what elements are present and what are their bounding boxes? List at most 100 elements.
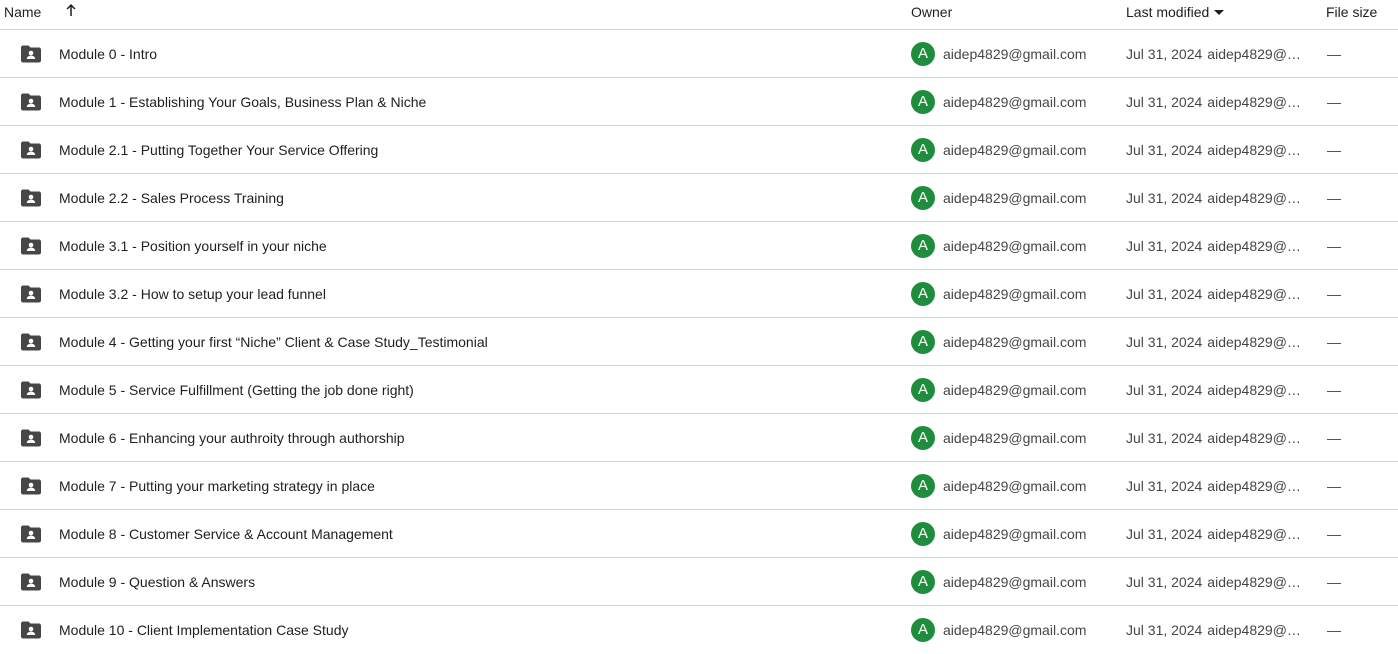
- modified-by: aidep4829@gmail.com: [1207, 141, 1306, 158]
- modified-date: Jul 31, 2024: [1126, 573, 1203, 590]
- column-header-name[interactable]: Name: [4, 4, 41, 20]
- modified-by: aidep4829@gmail.com: [1207, 189, 1306, 206]
- modified-by: aidep4829@gmail.com: [1207, 93, 1306, 110]
- avatar[interactable]: A: [911, 329, 935, 354]
- avatar[interactable]: A: [911, 521, 935, 546]
- table-row[interactable]: Module 3.1 - Position yourself in your n…: [0, 222, 1398, 270]
- table-row[interactable]: Module 1 - Establishing Your Goals, Busi…: [0, 78, 1398, 126]
- caret-down-icon[interactable]: [1214, 9, 1225, 15]
- avatar[interactable]: A: [911, 569, 935, 594]
- sort-arrow-up-icon[interactable]: [62, 1, 80, 19]
- file-size: —: [1327, 141, 1341, 158]
- file-size: —: [1327, 237, 1341, 254]
- owner-cell: A aidep4829@gmail.com: [911, 414, 1086, 461]
- file-name[interactable]: Module 2.1 - Putting Together Your Servi…: [59, 126, 378, 173]
- file-name[interactable]: Module 10 - Client Implementation Case S…: [59, 606, 348, 653]
- table-row[interactable]: Module 3.2 - How to setup your lead funn…: [0, 270, 1398, 318]
- file-name[interactable]: Module 3.1 - Position yourself in your n…: [59, 222, 327, 269]
- last-modified-cell: Jul 31, 2024 aidep4829@gmail.com: [1126, 366, 1306, 413]
- table-row[interactable]: Module 8 - Customer Service & Account Ma…: [0, 510, 1398, 558]
- owner-email: aidep4829@gmail.com: [943, 333, 1087, 350]
- column-header-row: Name Owner Last modified File size: [0, 0, 1398, 30]
- last-modified-cell: Jul 31, 2024 aidep4829@gmail.com: [1126, 174, 1306, 221]
- shared-folder-icon: [20, 510, 42, 557]
- table-row[interactable]: Module 6 - Enhancing your authroity thro…: [0, 414, 1398, 462]
- file-size: —: [1327, 477, 1341, 494]
- table-row[interactable]: Module 7 - Putting your marketing strate…: [0, 462, 1398, 510]
- shared-folder-icon: [20, 462, 42, 509]
- table-row[interactable]: Module 5 - Service Fulfillment (Getting …: [0, 366, 1398, 414]
- owner-email: aidep4829@gmail.com: [943, 429, 1087, 446]
- modified-date: Jul 31, 2024: [1126, 141, 1203, 158]
- owner-cell: A aidep4829@gmail.com: [911, 366, 1086, 413]
- file-size: —: [1327, 285, 1341, 302]
- file-name[interactable]: Module 7 - Putting your marketing strate…: [59, 462, 375, 509]
- modified-date: Jul 31, 2024: [1126, 45, 1203, 62]
- modified-by: aidep4829@gmail.com: [1207, 573, 1306, 590]
- file-name[interactable]: Module 4 - Getting your first “Niche” Cl…: [59, 318, 488, 365]
- shared-folder-icon: [20, 78, 42, 125]
- owner-email: aidep4829@gmail.com: [943, 381, 1087, 398]
- file-name[interactable]: Module 3.2 - How to setup your lead funn…: [59, 270, 326, 317]
- file-name[interactable]: Module 6 - Enhancing your authroity thro…: [59, 414, 405, 461]
- last-modified-cell: Jul 31, 2024 aidep4829@gmail.com: [1126, 318, 1306, 365]
- shared-folder-icon: [20, 606, 42, 653]
- column-header-last-modified[interactable]: Last modified: [1126, 4, 1225, 20]
- table-row[interactable]: Module 9 - Question & Answers A aidep482…: [0, 558, 1398, 606]
- owner-email: aidep4829@gmail.com: [943, 477, 1087, 494]
- avatar[interactable]: A: [911, 281, 935, 306]
- modified-by: aidep4829@gmail.com: [1207, 237, 1306, 254]
- column-header-owner[interactable]: Owner: [911, 4, 952, 20]
- last-modified-cell: Jul 31, 2024 aidep4829@gmail.com: [1126, 414, 1306, 461]
- file-size: —: [1327, 573, 1341, 590]
- owner-cell: A aidep4829@gmail.com: [911, 126, 1086, 173]
- modified-by: aidep4829@gmail.com: [1207, 429, 1306, 446]
- modified-date: Jul 31, 2024: [1126, 381, 1203, 398]
- avatar[interactable]: A: [911, 41, 935, 66]
- avatar[interactable]: A: [911, 137, 935, 162]
- modified-by: aidep4829@gmail.com: [1207, 333, 1306, 350]
- last-modified-cell: Jul 31, 2024 aidep4829@gmail.com: [1126, 78, 1306, 125]
- file-name[interactable]: Module 5 - Service Fulfillment (Getting …: [59, 366, 414, 413]
- owner-email: aidep4829@gmail.com: [943, 189, 1087, 206]
- avatar[interactable]: A: [911, 617, 935, 642]
- file-name[interactable]: Module 0 - Intro: [59, 30, 157, 77]
- modified-by: aidep4829@gmail.com: [1207, 381, 1306, 398]
- table-row[interactable]: Module 2.2 - Sales Process Training A ai…: [0, 174, 1398, 222]
- owner-cell: A aidep4829@gmail.com: [911, 318, 1086, 365]
- last-modified-cell: Jul 31, 2024 aidep4829@gmail.com: [1126, 558, 1306, 605]
- file-name[interactable]: Module 2.2 - Sales Process Training: [59, 174, 284, 221]
- modified-date: Jul 31, 2024: [1126, 93, 1203, 110]
- avatar[interactable]: A: [911, 473, 935, 498]
- file-size: —: [1327, 45, 1341, 62]
- owner-email: aidep4829@gmail.com: [943, 141, 1087, 158]
- shared-folder-icon: [20, 30, 42, 77]
- file-name[interactable]: Module 9 - Question & Answers: [59, 558, 255, 605]
- table-row[interactable]: Module 4 - Getting your first “Niche” Cl…: [0, 318, 1398, 366]
- table-row[interactable]: Module 0 - Intro A aidep4829@gmail.com J…: [0, 30, 1398, 78]
- file-size: —: [1327, 189, 1341, 206]
- modified-date: Jul 31, 2024: [1126, 525, 1203, 542]
- owner-email: aidep4829@gmail.com: [943, 93, 1087, 110]
- shared-folder-icon: [20, 126, 42, 173]
- owner-cell: A aidep4829@gmail.com: [911, 30, 1086, 77]
- file-rows: Module 0 - Intro A aidep4829@gmail.com J…: [0, 30, 1398, 654]
- modified-by: aidep4829@gmail.com: [1207, 45, 1306, 62]
- table-row[interactable]: Module 2.1 - Putting Together Your Servi…: [0, 126, 1398, 174]
- file-name[interactable]: Module 1 - Establishing Your Goals, Busi…: [59, 78, 426, 125]
- avatar[interactable]: A: [911, 233, 935, 258]
- table-row[interactable]: Module 10 - Client Implementation Case S…: [0, 606, 1398, 654]
- file-size: —: [1327, 333, 1341, 350]
- modified-by: aidep4829@gmail.com: [1207, 285, 1306, 302]
- file-name[interactable]: Module 8 - Customer Service & Account Ma…: [59, 510, 393, 557]
- owner-cell: A aidep4829@gmail.com: [911, 606, 1086, 653]
- avatar[interactable]: A: [911, 89, 935, 114]
- avatar[interactable]: A: [911, 377, 935, 402]
- modified-by: aidep4829@gmail.com: [1207, 477, 1306, 494]
- avatar[interactable]: A: [911, 425, 935, 450]
- owner-cell: A aidep4829@gmail.com: [911, 270, 1086, 317]
- avatar[interactable]: A: [911, 185, 935, 210]
- owner-cell: A aidep4829@gmail.com: [911, 510, 1086, 557]
- shared-folder-icon: [20, 414, 42, 461]
- column-header-file-size[interactable]: File size: [1326, 4, 1377, 20]
